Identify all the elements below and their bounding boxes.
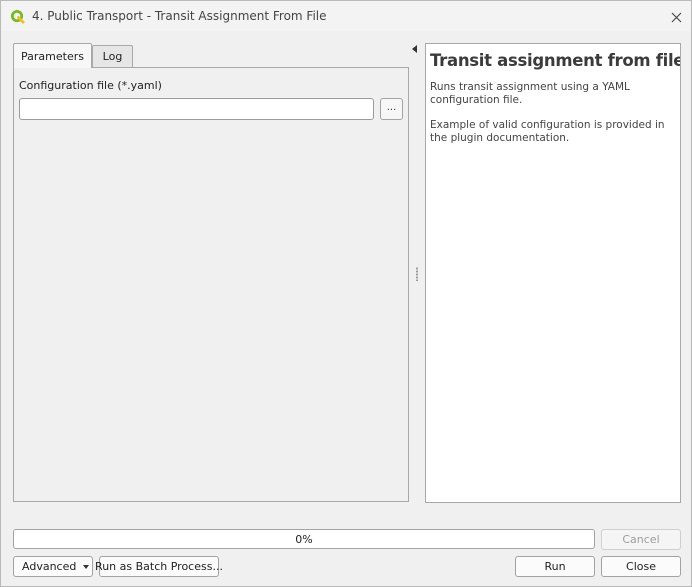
configuration-file-input[interactable] (19, 98, 374, 120)
window-title: 4. Public Transport - Transit Assignment… (32, 9, 327, 23)
help-panel: Transit assignment from file Runs transi… (425, 43, 681, 503)
cancel-button[interactable]: Cancel (601, 529, 681, 550)
title-bar: 4. Public Transport - Transit Assignment… (1, 1, 691, 31)
tab-log[interactable]: Log (92, 45, 133, 67)
panel-splitter[interactable] (409, 43, 425, 503)
help-example-note: Example of valid configuration is provid… (430, 119, 665, 144)
parameters-panel: Configuration file (*.yaml) ... (13, 67, 409, 502)
help-title: Transit assignment from file (430, 51, 681, 70)
close-button[interactable]: Close (601, 556, 681, 577)
advanced-button-label: Advanced (22, 560, 77, 573)
close-icon (671, 12, 681, 22)
run-button[interactable]: Run (515, 556, 595, 577)
run-as-batch-button[interactable]: Run as Batch Process... (95, 556, 223, 577)
chevron-down-icon (83, 565, 89, 569)
configuration-file-label: Configuration file (*.yaml) (19, 79, 162, 92)
collapse-arrow-icon[interactable] (412, 45, 417, 53)
advanced-button[interactable]: Advanced (13, 556, 93, 577)
progress-bar: 0% (13, 529, 595, 549)
help-description: Runs transit assignment using a YAML con… (430, 81, 630, 106)
browse-button[interactable]: ... (380, 98, 403, 120)
close-window-button[interactable] (665, 7, 687, 27)
qgis-logo-icon (10, 9, 25, 24)
dialog-window: 4. Public Transport - Transit Assignment… (0, 0, 692, 587)
splitter-handle[interactable] (416, 267, 418, 281)
tab-parameters[interactable]: Parameters (13, 43, 92, 68)
progress-label: 0% (295, 532, 313, 546)
